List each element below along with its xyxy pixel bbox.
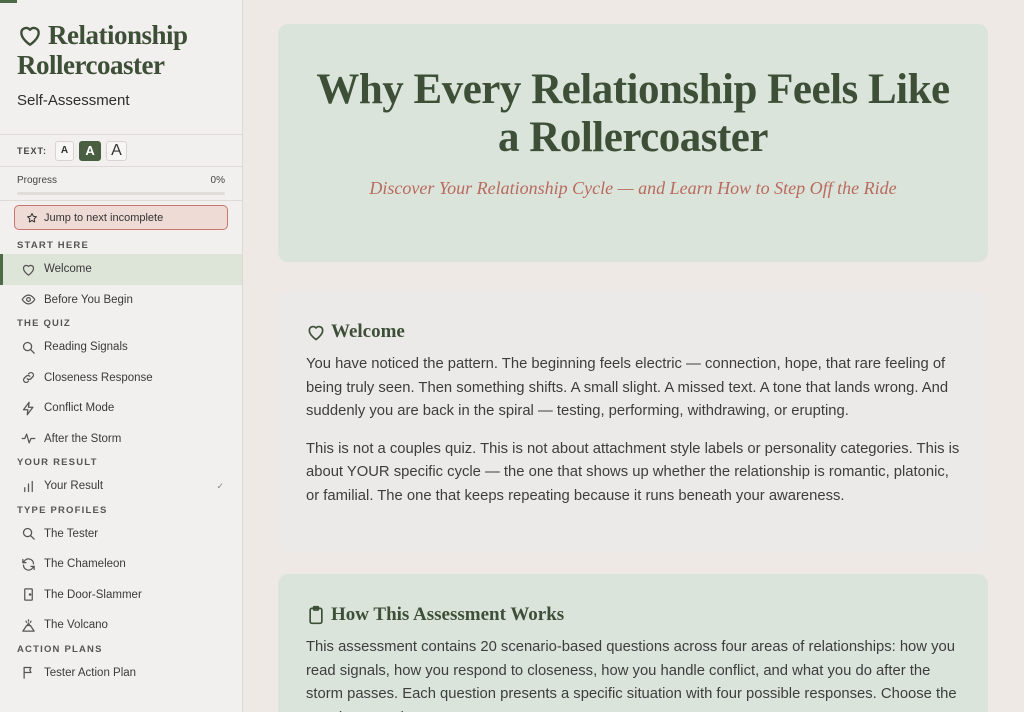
how-paragraph: This assessment contains 20 scenario-bas… (306, 639, 957, 712)
search-icon (22, 528, 35, 540)
sidebar-item-label: Your Result (44, 480, 104, 493)
lightning-icon (22, 401, 34, 416)
sidebar-item-label: Reading Signals (44, 341, 128, 354)
bar-chart-icon (24, 480, 33, 492)
sidebar-item-label: Closeness Response (44, 371, 153, 384)
nav-section-label: THE QUIZ (17, 318, 71, 329)
sidebar-item-your-result[interactable]: Your Result ✓ (0, 471, 242, 502)
text-size-large-button[interactable]: A (106, 140, 128, 161)
welcome-card: Welcome You have noticed the pattern. Th… (278, 291, 988, 552)
sidebar-item-the-tester[interactable]: The Tester (0, 519, 242, 550)
nav-section-label: YOUR RESULT (17, 457, 98, 468)
clipboard-icon (309, 605, 323, 625)
door-icon (24, 588, 33, 601)
nav-section-label: START HERE (17, 240, 89, 251)
sidebar-item-label: The Tester (44, 527, 99, 540)
sidebar-item-label: The Door-Slammer (44, 588, 142, 601)
welcome-heading: Welcome (331, 321, 405, 342)
volcano-icon (22, 619, 35, 632)
jump-next-incomplete-label: Jump to next incomplete (44, 211, 164, 224)
pulse-icon (21, 433, 36, 444)
welcome-paragraph-1: You have noticed the pattern. The beginn… (306, 356, 949, 420)
hero-subtitle: Discover Your Relationship Cycle — and L… (369, 178, 897, 198)
app-title-line1: Relationship (48, 20, 188, 50)
how-heading: How This Assessment Works (331, 604, 565, 625)
search-icon (22, 341, 35, 354)
sidebar-item-the-chameleon[interactable]: The Chameleon (0, 549, 242, 580)
sidebar-item-welcome[interactable]: Welcome (0, 254, 242, 285)
sidebar-item-reading-signals[interactable]: Reading Signals (0, 332, 242, 363)
completed-check-icon: ✓ (216, 480, 224, 491)
sidebar-item-label: After the Storm (44, 432, 122, 445)
sidebar-item-label: Tester Action Plan (44, 666, 137, 679)
sidebar-item-tester-action-plan[interactable]: Tester Action Plan (0, 658, 242, 689)
heart-icon (308, 325, 324, 341)
how-it-works-card: How This Assessment Works This assessmen… (278, 574, 988, 712)
nav-section-label: ACTION PLANS (17, 643, 103, 655)
sidebar-item-after-the-storm[interactable]: After the Storm (0, 424, 242, 455)
progress-track (17, 192, 225, 195)
heart-icon (20, 26, 40, 46)
sidebar-item-before-you-begin[interactable]: Before You Begin (0, 285, 242, 316)
welcome-paragraph-2: This is not a couples quiz. This is not … (306, 440, 960, 504)
progress-value: 0% (210, 175, 225, 186)
nav-section-label: TYPE PROFILES (17, 504, 108, 516)
hero-title: Why Every Relationship Feels Like a Roll… (316, 66, 950, 161)
app-title: Relationship (17, 20, 225, 50)
text-size-label: TEXT: (17, 145, 48, 156)
text-size-small-button[interactable]: A (55, 140, 75, 161)
main-content: Why Every Relationship Feels Like a Roll… (243, 0, 1024, 712)
refresh-icon (22, 558, 35, 571)
sidebar-item-label: The Volcano (44, 619, 108, 632)
sidebar-item-conflict-mode[interactable]: Conflict Mode (0, 393, 242, 424)
accent-bar (0, 0, 17, 3)
app-title-line2: Rollercoaster (17, 50, 165, 80)
sidebar-item-label: Conflict Mode (44, 402, 115, 415)
jump-next-incomplete-button[interactable]: Jump to next incomplete (14, 205, 228, 230)
star-icon (27, 212, 37, 222)
progress: Progress 0% (0, 167, 242, 201)
app-subtitle: Self-Assessment (17, 92, 130, 109)
sidebar-nav: START HERE Welcome Before You Begin THE QUI… (0, 237, 242, 688)
heart-icon (22, 264, 35, 276)
sidebar-item-label: Before You Begin (44, 293, 133, 306)
sidebar-item-closeness-response[interactable]: Closeness Response (0, 363, 242, 394)
hero-banner: Why Every Relationship Feels Like a Roll… (278, 24, 988, 262)
link-icon (23, 372, 34, 384)
sidebar-item-label: Welcome (44, 263, 92, 276)
sidebar-item-label: The Chameleon (44, 558, 126, 571)
text-size-medium-button[interactable]: A (79, 140, 102, 161)
brand: Relationship Rollercoaster Self-Assessme… (0, 0, 242, 109)
sidebar-item-the-door-slammer[interactable]: The Door-Slammer (0, 580, 242, 611)
sidebar-item-the-volcano[interactable]: The Volcano (0, 610, 242, 641)
progress-label: Progress (17, 175, 58, 186)
text-size-control: TEXT: A A A (0, 134, 242, 167)
flag-icon (23, 667, 32, 679)
eye-icon (21, 294, 36, 305)
sidebar: Relationship Rollercoaster Self-Assessme… (0, 0, 243, 712)
